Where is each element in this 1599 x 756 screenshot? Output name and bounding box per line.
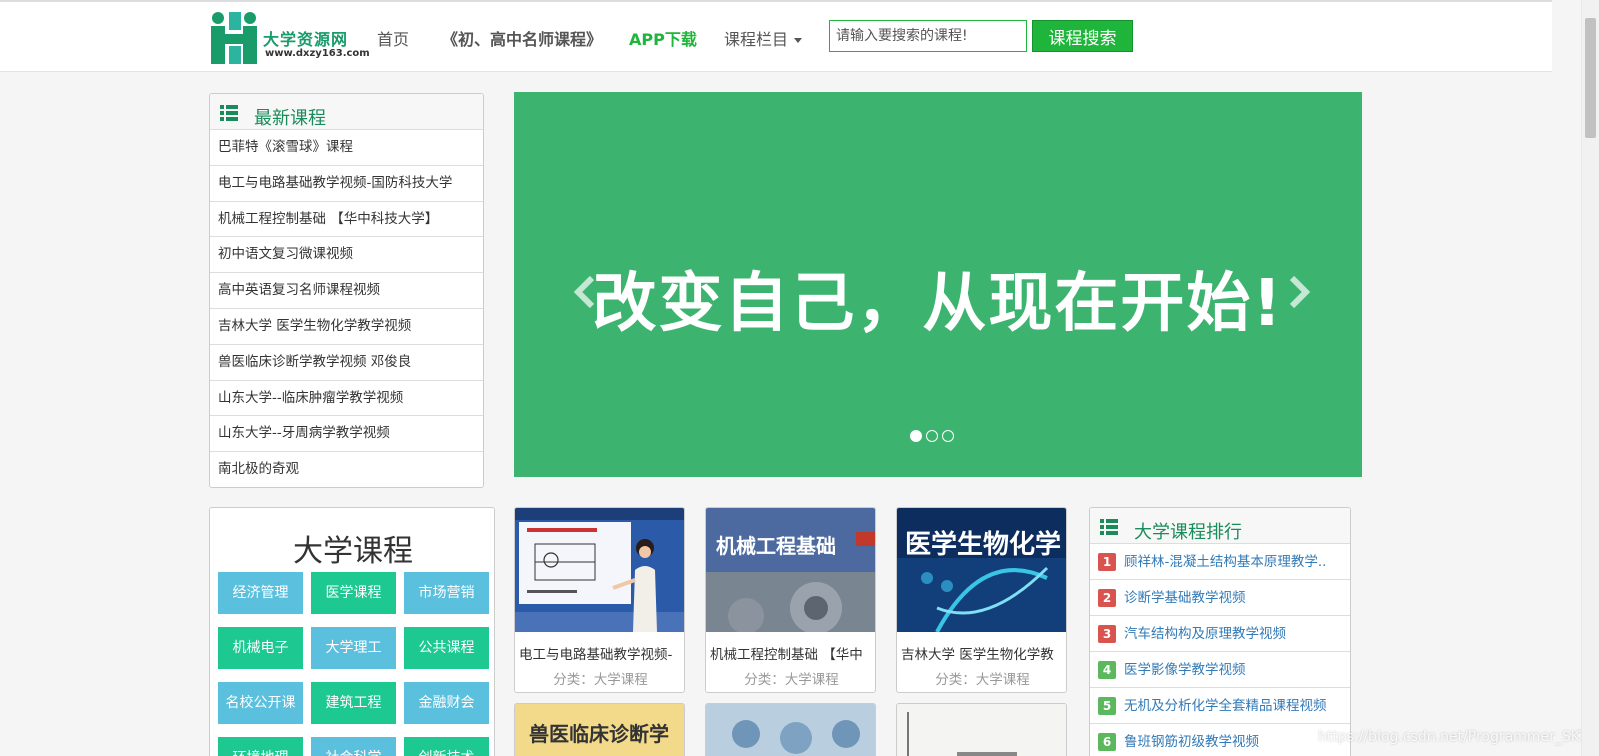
site-header: 大学资源网 www.dxzy163.com 首页 《初、高中名师课程》 APP下… bbox=[0, 2, 1552, 72]
ranking-panel-title: 大学课程排行 bbox=[1134, 522, 1242, 543]
category-button[interactable]: 医学课程 bbox=[311, 572, 396, 614]
category-button[interactable]: 环境地理 bbox=[218, 737, 303, 756]
rank-number: 3 bbox=[1098, 625, 1116, 643]
ranking-link[interactable]: 诊断学基础教学视频 bbox=[1124, 590, 1246, 606]
course-card[interactable]: 兽医临床诊断学 bbox=[514, 703, 685, 756]
rank-number: 4 bbox=[1098, 661, 1116, 679]
category-button[interactable]: 经济管理 bbox=[218, 572, 303, 614]
ranking-item[interactable]: 6 鲁班钢筋初级教学视频 bbox=[1090, 724, 1350, 756]
course-card[interactable]: 医学生物化学 吉林大学 医学生物化学教 分类：大学课程 bbox=[896, 507, 1067, 693]
book-cover-title: 医学生物化学 bbox=[905, 530, 1062, 560]
course-card[interactable] bbox=[896, 703, 1067, 756]
latest-course-list: 巴菲特《滚雪球》课程 电工与电路基础教学视频-国防科技大学 机械工程控制基础 【… bbox=[210, 130, 483, 488]
page-scrollbar[interactable] bbox=[1581, 0, 1599, 756]
logo-figures-icon bbox=[211, 12, 257, 64]
rank-number: 5 bbox=[1098, 697, 1116, 715]
ranking-item[interactable]: 1 顾祥林-混凝土结构基本原理教学.. bbox=[1090, 544, 1350, 580]
category-button[interactable]: 建筑工程 bbox=[311, 682, 396, 724]
site-logo[interactable]: 大学资源网 www.dxzy163.com bbox=[209, 8, 370, 66]
latest-course-item[interactable]: 吉林大学 医学生物化学教学视频 bbox=[210, 309, 483, 345]
course-thumbnail: 机械工程基础 bbox=[706, 508, 875, 632]
category-button[interactable]: 大学理工 bbox=[311, 627, 396, 669]
latest-course-item[interactable]: 电工与电路基础教学视频-国防科技大学 bbox=[210, 166, 483, 202]
banner-carousel[interactable]: 改变自己，从现在开始! bbox=[514, 92, 1362, 477]
ranking-item[interactable]: 3 汽车结构构及原理教学视频 bbox=[1090, 616, 1350, 652]
watermark-text: https://blog.csdn.net/Programmer_SKT bbox=[1318, 729, 1588, 745]
category-button[interactable]: 社会科学 bbox=[311, 737, 396, 756]
course-card[interactable] bbox=[705, 703, 876, 756]
ranking-link[interactable]: 顾祥林-混凝土结构基本原理教学.. bbox=[1124, 554, 1326, 570]
carousel-indicators bbox=[910, 430, 958, 444]
course-thumbnail: 医学生物化学 bbox=[897, 508, 1066, 632]
ranking-link[interactable]: 汽车结构构及原理教学视频 bbox=[1124, 626, 1286, 642]
logo-url: www.dxzy163.com bbox=[265, 48, 370, 59]
book-cover-title: 机械工程基础 bbox=[716, 534, 836, 558]
category-button[interactable]: 创新技术 bbox=[404, 737, 489, 756]
ranking-link[interactable]: 医学影像学教学视频 bbox=[1124, 662, 1246, 678]
carousel-dot[interactable] bbox=[910, 430, 922, 442]
university-courses-panel: 大学课程 经济管理 医学课程 市场营销 机械电子 大学理工 公共课程 名校公开课… bbox=[209, 507, 495, 756]
carousel-dot[interactable] bbox=[926, 430, 938, 442]
course-card-category: 分类：大学课程 bbox=[553, 672, 648, 688]
course-ranking-panel: 大学课程排行 1 顾祥林-混凝土结构基本原理教学.. 2 诊断学基础教学视频 3 汽车… bbox=[1089, 507, 1351, 756]
chevron-left-icon[interactable] bbox=[570, 272, 600, 312]
category-button[interactable]: 名校公开课 bbox=[218, 682, 303, 724]
category-button[interactable]: 市场营销 bbox=[404, 572, 489, 614]
latest-course-item[interactable]: 南北极的奇观 bbox=[210, 452, 483, 488]
latest-course-item[interactable]: 高中英语复习名师课程视频 bbox=[210, 273, 483, 309]
latest-courses-panel: 最新课程 巴菲特《滚雪球》课程 电工与电路基础教学视频-国防科技大学 机械工程控… bbox=[209, 93, 484, 488]
carousel-dot[interactable] bbox=[942, 430, 954, 442]
course-thumbnail bbox=[515, 508, 684, 632]
book-cover-image bbox=[706, 508, 875, 632]
course-card-category: 分类：大学课程 bbox=[744, 672, 839, 688]
book-cover-image bbox=[897, 704, 1066, 756]
ranking-item[interactable]: 2 诊断学基础教学视频 bbox=[1090, 580, 1350, 616]
banner-slogan: 改变自己，从现在开始! bbox=[592, 267, 1284, 341]
nav-course-columns-label: 课程栏目 bbox=[724, 30, 789, 49]
latest-panel-header: 最新课程 bbox=[210, 94, 483, 130]
chevron-right-icon[interactable] bbox=[1284, 272, 1314, 312]
category-button[interactable]: 金融财会 bbox=[404, 682, 489, 724]
nav-app-download[interactable]: APP下载 bbox=[629, 26, 697, 50]
course-card[interactable]: 机械工程基础 机械工程控制基础 【华中 分类：大学课程 bbox=[705, 507, 876, 693]
surgery-image bbox=[706, 704, 875, 756]
list-icon bbox=[1100, 519, 1118, 535]
search-input[interactable] bbox=[829, 20, 1027, 52]
lecture-video-image bbox=[515, 508, 684, 632]
ranking-link[interactable]: 无机及分析化学全套精品课程视频 bbox=[1124, 698, 1327, 714]
latest-course-item[interactable]: 机械工程控制基础 【华中科技大学】 bbox=[210, 202, 483, 238]
nav-course-columns[interactable]: 课程栏目 bbox=[724, 26, 803, 50]
course-card-title: 电工与电路基础教学视频- bbox=[519, 647, 673, 663]
logo-name: 大学资源网 bbox=[263, 30, 349, 49]
latest-panel-title: 最新课程 bbox=[254, 108, 326, 129]
latest-course-item[interactable]: 兽医临床诊断学教学视频 邓俊良 bbox=[210, 345, 483, 381]
nav-home[interactable]: 首页 bbox=[377, 26, 409, 50]
rank-number: 2 bbox=[1098, 589, 1116, 607]
ranking-item[interactable]: 5 无机及分析化学全套精品课程视频 bbox=[1090, 688, 1350, 724]
latest-course-item[interactable]: 巴菲特《滚雪球》课程 bbox=[210, 130, 483, 166]
search-button[interactable]: 课程搜索 bbox=[1032, 20, 1133, 52]
latest-course-item[interactable]: 山东大学--牙周病学教学视频 bbox=[210, 416, 483, 453]
rank-number: 1 bbox=[1098, 553, 1116, 571]
ranking-item[interactable]: 4 医学影像学教学视频 bbox=[1090, 652, 1350, 688]
category-button[interactable]: 机械电子 bbox=[218, 627, 303, 669]
latest-course-item[interactable]: 山东大学--临床肿瘤学教学视频 bbox=[210, 381, 483, 417]
caret-down-icon bbox=[794, 38, 803, 43]
course-card[interactable]: 电工与电路基础教学视频- 分类：大学课程 bbox=[514, 507, 685, 693]
rank-number: 6 bbox=[1098, 733, 1116, 751]
course-card-title: 吉林大学 医学生物化学教 bbox=[901, 647, 1054, 663]
ranking-link[interactable]: 鲁班钢筋初级教学视频 bbox=[1124, 734, 1259, 750]
university-title: 大学课程 bbox=[293, 534, 413, 569]
nav-courses[interactable]: 《初、高中名师课程》 bbox=[442, 26, 602, 50]
category-button[interactable]: 公共课程 bbox=[404, 627, 489, 669]
scrollbar-thumb[interactable] bbox=[1585, 18, 1596, 138]
ranking-panel-header: 大学课程排行 bbox=[1090, 508, 1350, 544]
list-icon bbox=[220, 105, 238, 121]
course-card-category: 分类：大学课程 bbox=[935, 672, 1030, 688]
latest-course-item[interactable]: 初中语文复习微课视频 bbox=[210, 237, 483, 274]
ranking-list: 1 顾祥林-混凝土结构基本原理教学.. 2 诊断学基础教学视频 3 汽车结构构及原理教… bbox=[1090, 544, 1350, 756]
course-card-title: 机械工程控制基础 【华中 bbox=[710, 647, 863, 663]
book-cover-title: 兽医临床诊断学 bbox=[529, 722, 669, 746]
